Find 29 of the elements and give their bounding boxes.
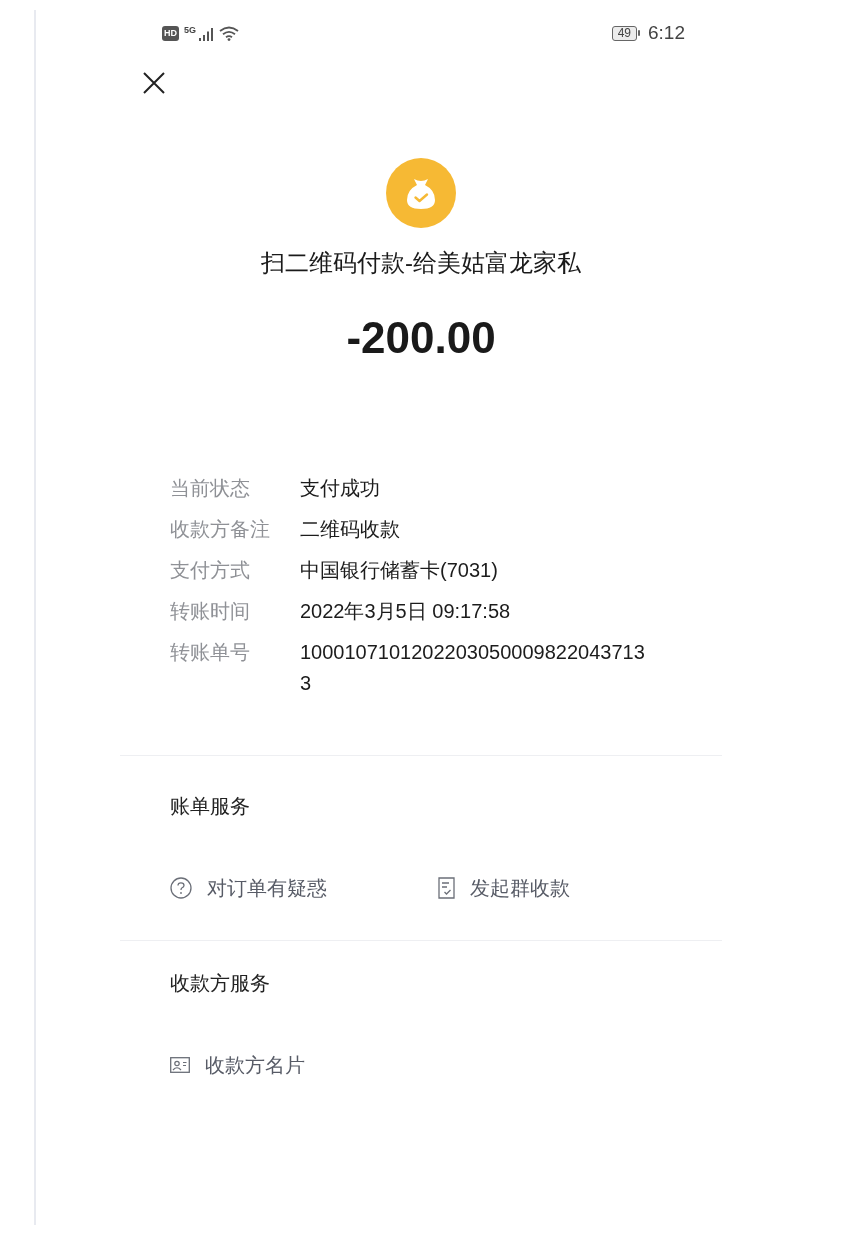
detail-label: 当前状态: [170, 476, 251, 501]
close-icon: [143, 72, 165, 94]
contact-card-icon: [170, 1057, 190, 1073]
detail-value: 中国银行储蓄卡(7031): [300, 558, 498, 583]
service-link[interactable]: 收款方名片: [170, 1050, 305, 1080]
service-link[interactable]: 发起群收款: [438, 873, 570, 903]
payment-amount: -200.00: [346, 312, 496, 364]
clock-time: 6:12: [648, 22, 685, 44]
money-bag-icon: [386, 158, 456, 228]
service-link[interactable]: 对订单有疑惑: [170, 873, 327, 903]
detail-label: 收款方备注: [170, 517, 271, 542]
document-check-icon: [438, 877, 455, 899]
signal-bars-icon: [199, 27, 213, 41]
payment-title: 扫二维码付款-给美姑富龙家私: [261, 248, 581, 278]
detail-label: 转账单号: [170, 640, 251, 665]
section-title: 账单服务: [170, 794, 250, 819]
section-title: 收款方服务: [170, 971, 270, 996]
detail-value: 二维码收款: [300, 517, 400, 542]
wifi-icon: [219, 25, 239, 41]
hd-indicator: HD: [162, 25, 179, 41]
detail-value: 支付成功: [300, 476, 380, 501]
question-circle-icon: [170, 877, 192, 899]
close-button[interactable]: [143, 72, 165, 94]
detail-label: 转账时间: [170, 599, 251, 624]
detail-label: 支付方式: [170, 558, 251, 583]
detail-value: 10001071012022030500098220437133: [300, 640, 646, 696]
battery-percent: 49: [611, 25, 637, 41]
detail-value: 2022年3月5日 09:17:58: [300, 599, 511, 624]
network-type: 5G: [184, 25, 196, 35]
